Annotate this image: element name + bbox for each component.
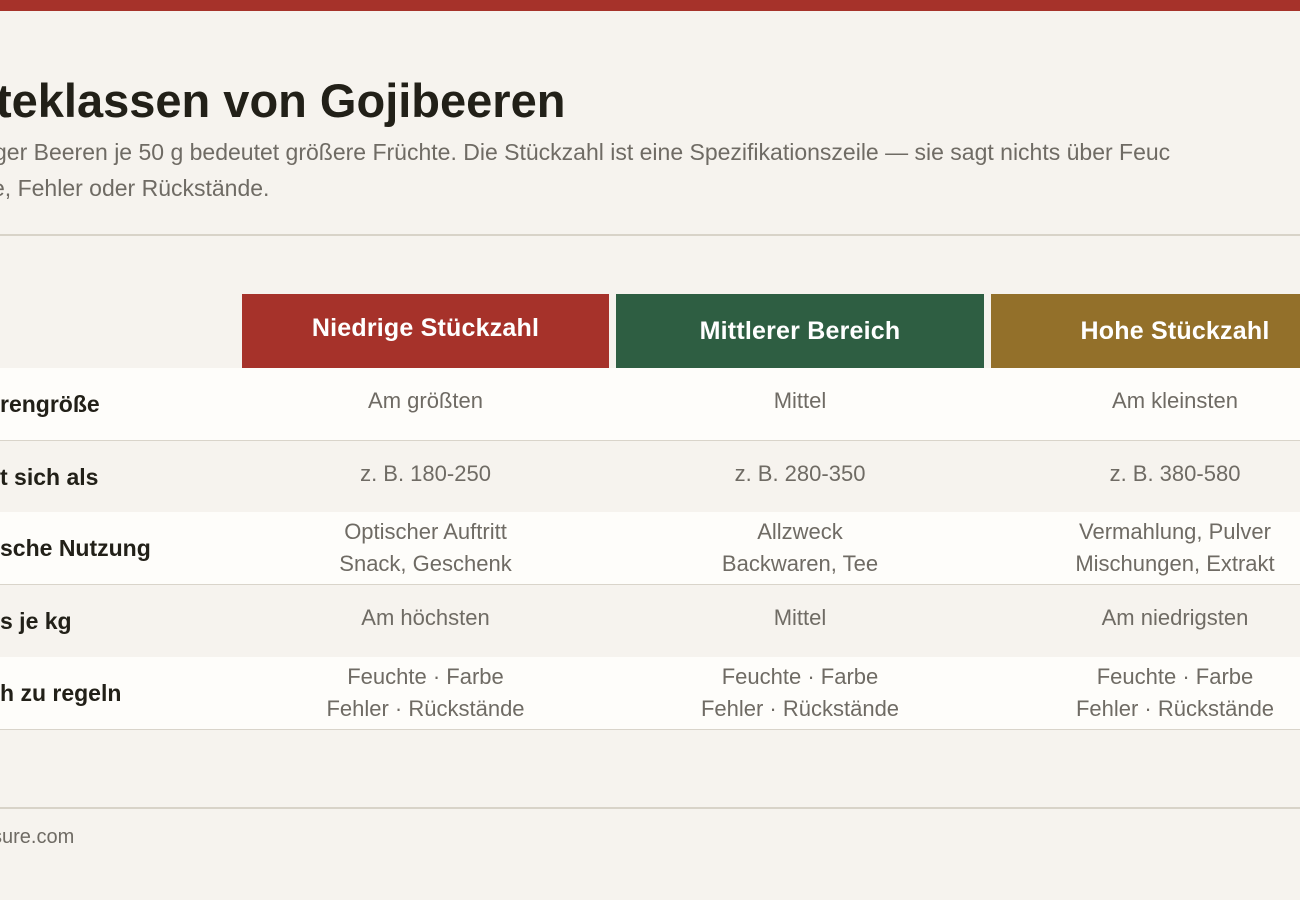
table-row-berry-size: rengröße Am größten Mittel Am kleinsten — [0, 368, 1300, 441]
top-accent-bar — [0, 0, 1300, 11]
subtitle-line-1: ger Beeren je 50 g bedeutet größere Früc… — [0, 139, 1171, 165]
page-subtitle: ger Beeren je 50 g bedeutet größere Früc… — [0, 134, 1170, 206]
cell-line: z. B. 380-580 — [1109, 461, 1241, 486]
cell-line: Am höchsten — [361, 605, 490, 630]
cell-line: z. B. 180-250 — [360, 461, 491, 486]
table-cell: Optischer Auftritt Snack, Geschenk — [242, 512, 609, 584]
cell-line: Vermahlung, Pulver — [1079, 519, 1271, 544]
table-cell: Am höchsten — [242, 585, 609, 657]
table-cell: z. B. 180-250 — [242, 441, 609, 513]
row-label: rengröße — [0, 390, 100, 417]
column-header-label: Niedrige Stückzahl — [311, 313, 540, 342]
column-header-high-count: Hohe Stückzahl — [991, 294, 1300, 368]
cell-line: Optischer Auftritt — [344, 519, 507, 544]
footer-divider — [0, 807, 1300, 809]
footer-source: sure.com — [0, 826, 75, 848]
column-header-low-count: Niedrige Stückzahl — [242, 294, 609, 368]
cell-line: Backwaren, Tee — [721, 551, 879, 576]
table-row-still-to-regulate: h zu regeln Feuchte · Farbe Fehler · Rüc… — [0, 657, 1300, 730]
row-label: s je kg — [0, 607, 72, 634]
table-row-price-per-kg: s je kg Am höchsten Mittel Am niedrigste… — [0, 585, 1300, 657]
table-row-count-range: t sich als z. B. 180-250 z. B. 280-350 z… — [0, 441, 1300, 513]
cell-line: Am kleinsten — [1112, 388, 1238, 413]
cell-line: z. B. 280-350 — [734, 461, 866, 486]
table-cell: Am kleinsten — [1050, 368, 1300, 440]
page-title: teklassen von Gojibeeren — [0, 74, 566, 127]
cell-line: Am größten — [368, 388, 483, 413]
subtitle-line-2: e, Fehler oder Rückstände. — [0, 175, 270, 201]
cell-line: Fehler · Rückstände — [700, 696, 900, 721]
cell-line: Fehler · Rückstände — [326, 696, 525, 721]
table-cell: Allzweck Backwaren, Tee — [616, 512, 984, 584]
cell-line: Allzweck — [757, 519, 843, 544]
cell-line: Fehler · Rückstände — [1075, 696, 1275, 721]
cell-line: Mittel — [773, 388, 827, 413]
table-cell: Feuchte · Farbe Fehler · Rückstände — [242, 657, 609, 729]
row-label: t sich als — [0, 463, 99, 490]
table-cell: Am niedrigsten — [1050, 585, 1300, 657]
cell-line: Mittel — [773, 605, 827, 630]
table-cell: Vermahlung, Pulver Mischungen, Extrakt — [1050, 512, 1300, 584]
column-header-label: Mittlerer Bereich — [699, 316, 901, 345]
cell-line: Am niedrigsten — [1101, 605, 1249, 630]
table-cell: Am größten — [242, 368, 609, 440]
column-header-mid-range: Mittlerer Bereich — [616, 294, 984, 368]
table-cell: Feuchte · Farbe Fehler · Rückstände — [616, 657, 984, 729]
cell-line: Feuchte · Farbe — [1096, 664, 1254, 689]
cell-line: Feuchte · Farbe — [347, 664, 504, 689]
cell-line: Feuchte · Farbe — [721, 664, 879, 689]
header-divider — [0, 234, 1300, 236]
table-cell: z. B. 380-580 — [1050, 441, 1300, 513]
cell-line: Mischungen, Extrakt — [1075, 551, 1275, 576]
table-cell: Feuchte · Farbe Fehler · Rückstände — [1050, 657, 1300, 729]
cell-line: Snack, Geschenk — [339, 551, 512, 576]
row-label: sche Nutzung — [0, 534, 151, 561]
table-cell: Mittel — [616, 368, 984, 440]
row-label: h zu regeln — [0, 679, 122, 706]
table-cell: z. B. 280-350 — [616, 441, 984, 513]
table-cell: Mittel — [616, 585, 984, 657]
column-header-label: Hohe Stückzahl — [1080, 316, 1270, 345]
table-row-typical-use: sche Nutzung Optischer Auftritt Snack, G… — [0, 512, 1300, 585]
